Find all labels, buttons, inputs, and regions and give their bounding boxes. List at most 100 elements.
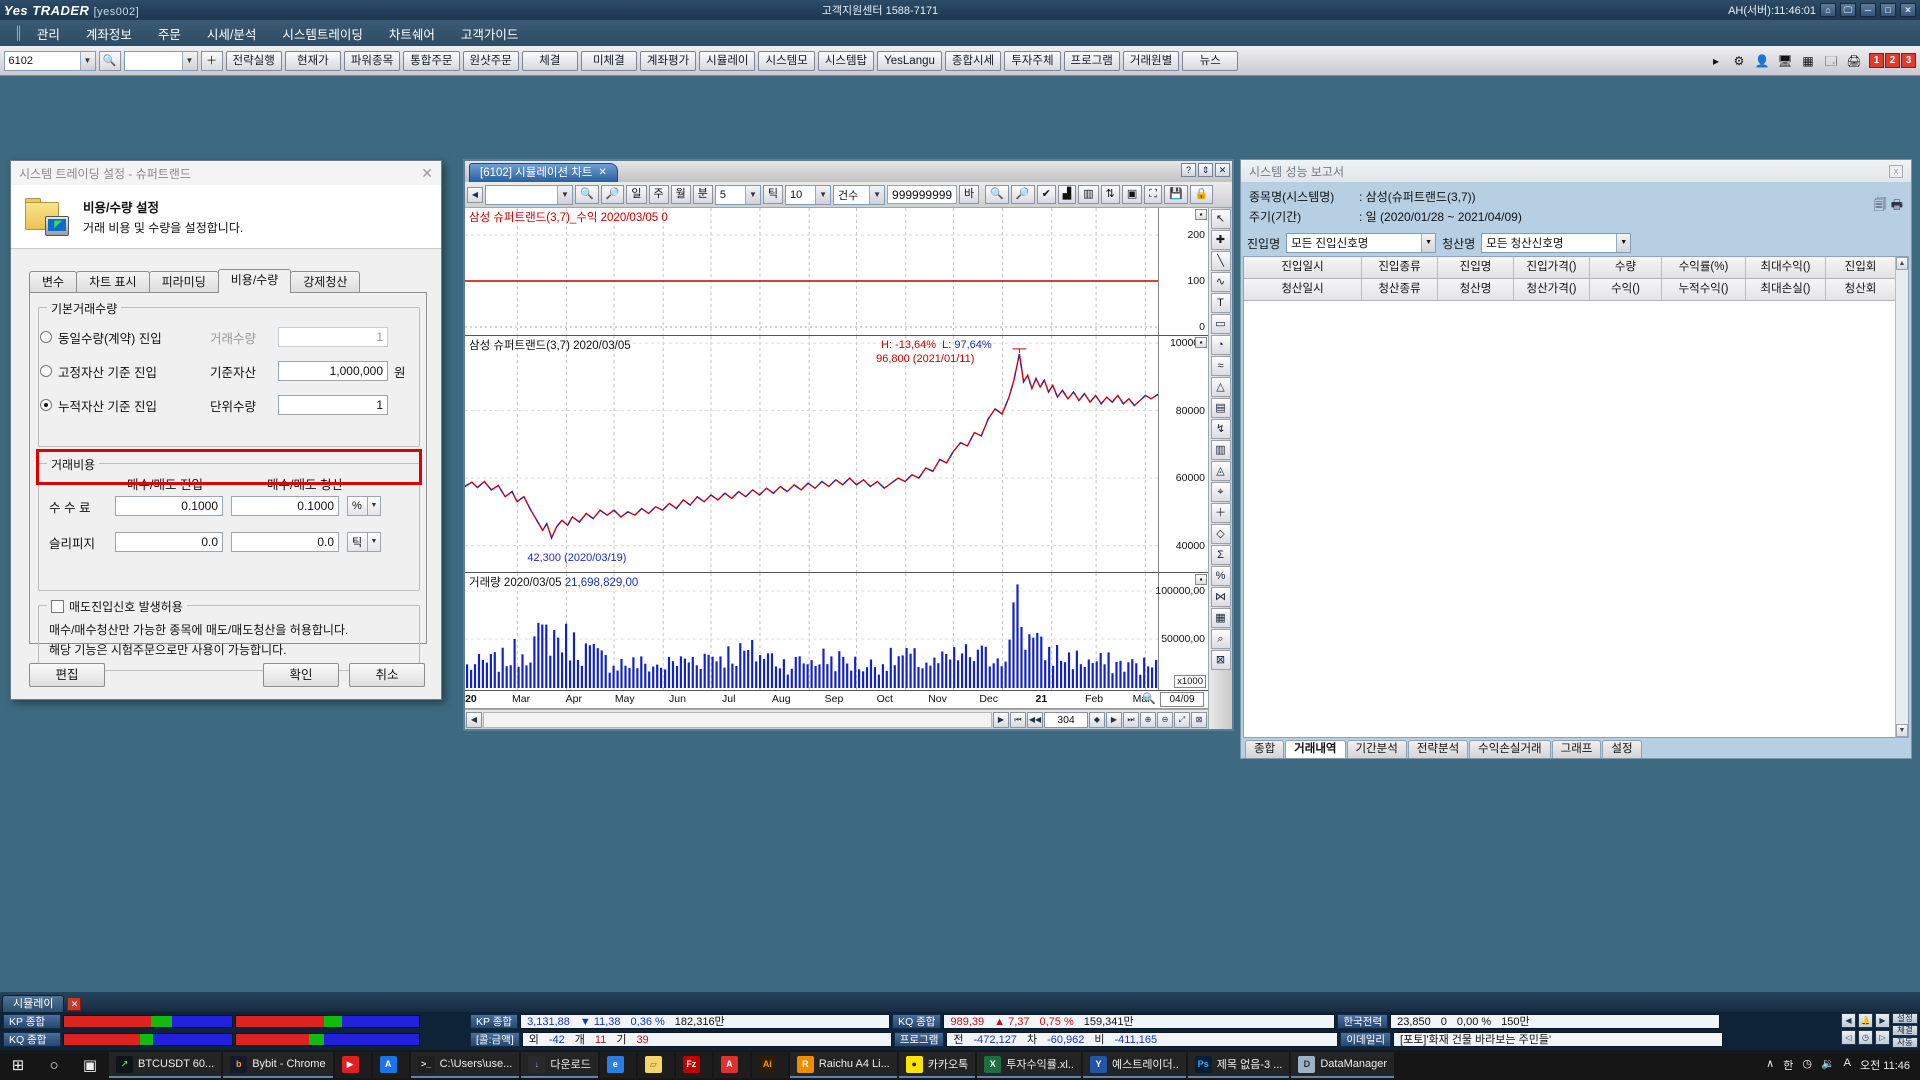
chevron-down-icon[interactable]: ▼ — [80, 52, 95, 70]
tray-icon[interactable]: 한 — [1783, 1057, 1793, 1073]
cost-input[interactable]: 0.0 — [115, 532, 223, 552]
report-tab[interactable]: 설정 — [1602, 740, 1641, 758]
column-header[interactable]: 최대수익() — [1746, 257, 1826, 278]
page-number-button[interactable]: 2 — [1885, 53, 1900, 68]
toolbar-button[interactable]: 계좌평가 — [640, 51, 696, 71]
report-tab[interactable]: 수익손실거래 — [1469, 740, 1550, 758]
column-header[interactable]: 청산일시 — [1244, 279, 1362, 300]
column-header[interactable]: 청산가격() — [1514, 279, 1590, 300]
taskbar-app[interactable]: ↗ BTCUSDT 60... — [109, 1052, 221, 1078]
chart-tool-icon[interactable]: △ — [1211, 377, 1231, 397]
chart-tool-icon[interactable]: ↯ — [1211, 419, 1231, 439]
chart-tool-icon[interactable]: ◇ — [1211, 524, 1231, 544]
table-scrollbar[interactable]: ▲▼ — [1895, 257, 1908, 737]
prev-icon[interactable]: ◀ — [1841, 1013, 1856, 1028]
print-icon[interactable]: 🖶 — [1891, 196, 1903, 218]
volume-plot[interactable]: 거래량 2020/03/05 21,698,829,00 — [465, 573, 1158, 690]
column-header[interactable]: 진입종류 — [1362, 257, 1438, 278]
task-view-icon[interactable]: ▣ — [72, 1050, 108, 1080]
column-header[interactable]: 진입일시 — [1244, 257, 1362, 278]
toolbar-icon[interactable]: ▦ — [1798, 52, 1818, 70]
close-button[interactable]: ✕ — [1900, 3, 1916, 17]
minute-combo[interactable]: 5▼ — [715, 185, 761, 205]
chart-tool-icon[interactable]: ＋ — [1211, 503, 1231, 523]
chart-toolbar-icon[interactable]: 💾 — [1164, 185, 1188, 204]
search-icon[interactable]: ○ — [36, 1050, 72, 1080]
close-icon[interactable]: ✕ — [598, 164, 606, 182]
scroll-left-icon[interactable]: ◀ — [466, 712, 482, 728]
toolbar-button[interactable]: 전략실행 — [226, 51, 282, 71]
tray-icon[interactable]: ∧ — [1766, 1057, 1774, 1073]
chart-tool-icon[interactable]: ⌕ — [1211, 629, 1231, 649]
taskbar-app[interactable]: ▱ — [638, 1052, 674, 1078]
toolbar-icon[interactable]: 🖥 — [1775, 52, 1795, 70]
screen-icon[interactable]: 🖵 — [1840, 3, 1856, 17]
toolbar-button[interactable]: 뉴스 — [1182, 51, 1238, 71]
taskbar-app[interactable]: A — [373, 1052, 409, 1078]
collapse-pane-icon[interactable]: ▪ — [1195, 574, 1207, 585]
nav-last-icon[interactable]: ⏭ — [1123, 712, 1139, 728]
chart-tool-icon[interactable]: ✚ — [1211, 230, 1231, 250]
column-header[interactable]: 최대손실() — [1746, 279, 1826, 300]
exit-signal-combo[interactable]: 모든 청산신호명▼ — [1481, 233, 1631, 253]
menu-item[interactable]: 차트쉐어 — [389, 24, 435, 43]
column-header[interactable]: 진입회 — [1826, 257, 1896, 278]
toolbar-icon[interactable]: 🗔 — [1821, 52, 1841, 70]
column-header[interactable]: 수익률(%) — [1662, 257, 1746, 278]
quantity-input[interactable]: 1 — [278, 395, 388, 415]
zoom-minus-icon[interactable]: ⊖ — [1157, 712, 1173, 728]
column-header[interactable]: 수량 — [1590, 257, 1662, 278]
chevron-down-icon[interactable]: ▼ — [182, 52, 197, 70]
toolbar-button[interactable]: 프로그램 — [1064, 51, 1120, 71]
taskbar-app[interactable]: >_ C:\Users\use... — [411, 1052, 520, 1078]
radio-button[interactable] — [40, 365, 52, 377]
minimize-button[interactable]: ─ — [1860, 3, 1876, 17]
page-number-button[interactable]: 1 — [1869, 53, 1884, 68]
tick-button[interactable]: 틱 — [763, 185, 783, 204]
count-input[interactable]: 999999999 — [887, 185, 957, 204]
menu-item[interactable]: 시스템트레이딩 — [282, 24, 363, 43]
chart-tool-icon[interactable]: T — [1211, 293, 1231, 313]
dialog-tab[interactable]: 피라미딩 — [149, 271, 219, 293]
symbol-combo[interactable]: ▼ — [485, 185, 573, 205]
period-button[interactable]: 일 — [626, 185, 646, 204]
taskbar-app[interactable]: R Raichu A4 Li... — [790, 1052, 897, 1078]
bar-count-box[interactable]: 304 — [1044, 712, 1088, 728]
period-button[interactable]: 월 — [671, 185, 691, 204]
window-control-button[interactable]: ✕ — [1215, 163, 1230, 177]
dock-side-button[interactable]: 체결 — [1892, 1025, 1918, 1036]
tray-icon[interactable]: ◷ — [1802, 1057, 1812, 1073]
collapse-pane-icon[interactable]: ▪ — [1195, 209, 1207, 220]
home-icon[interactable]: ⌂ — [1820, 3, 1836, 17]
zoom-reset-icon[interactable]: 🔎 — [601, 185, 625, 204]
taskbar-app[interactable]: Ps 제목 없음-3 ... — [1188, 1052, 1290, 1078]
strategy-combo[interactable]: ▼ — [124, 51, 198, 71]
cost-input[interactable]: 0.1000 — [231, 496, 339, 516]
column-header[interactable]: 누적수익() — [1662, 279, 1746, 300]
report-tab[interactable]: 종합 — [1245, 740, 1284, 758]
maximize-button[interactable]: □ — [1880, 3, 1896, 17]
taskbar-app[interactable]: ● 카카오톡 — [899, 1052, 975, 1078]
report-tab[interactable]: 기간분석 — [1347, 740, 1407, 758]
chart-toolbar-icon[interactable]: 🔍 — [985, 185, 1009, 204]
collapse-left-icon[interactable]: ◀ — [467, 187, 483, 203]
chart-tool-icon[interactable]: ▤ — [1211, 398, 1231, 418]
scroll-right-icon[interactable]: ▶ — [993, 712, 1009, 728]
ok-button[interactable]: 확인 — [263, 663, 339, 687]
entry-signal-combo[interactable]: 모든 진입신호명▼ — [1286, 233, 1436, 253]
taskbar-app[interactable]: ↓ 다운로드 — [521, 1052, 597, 1078]
tray-icon[interactable]: A — [1844, 1057, 1851, 1073]
report-tab[interactable]: 전략분석 — [1408, 740, 1468, 758]
search-icon[interactable]: 🔍 — [99, 51, 121, 71]
chart-tool-icon[interactable]: ⋈ — [1211, 587, 1231, 607]
dialog-tab[interactable]: 차트 표시 — [76, 271, 150, 293]
radio-button[interactable] — [40, 331, 52, 343]
dialog-tab[interactable]: 비용/수량 — [218, 269, 292, 293]
quantity-input[interactable]: 1 — [278, 327, 388, 347]
column-header[interactable]: 청산명 — [1438, 279, 1514, 300]
toolbar-button[interactable]: 시스템모 — [758, 51, 814, 71]
bar-type-button[interactable]: 바 — [959, 185, 979, 204]
stock-code-input[interactable]: 6102▼ — [4, 51, 96, 71]
toolbar-icon[interactable]: ▸ — [1706, 52, 1726, 70]
scroll-track[interactable] — [483, 712, 992, 728]
